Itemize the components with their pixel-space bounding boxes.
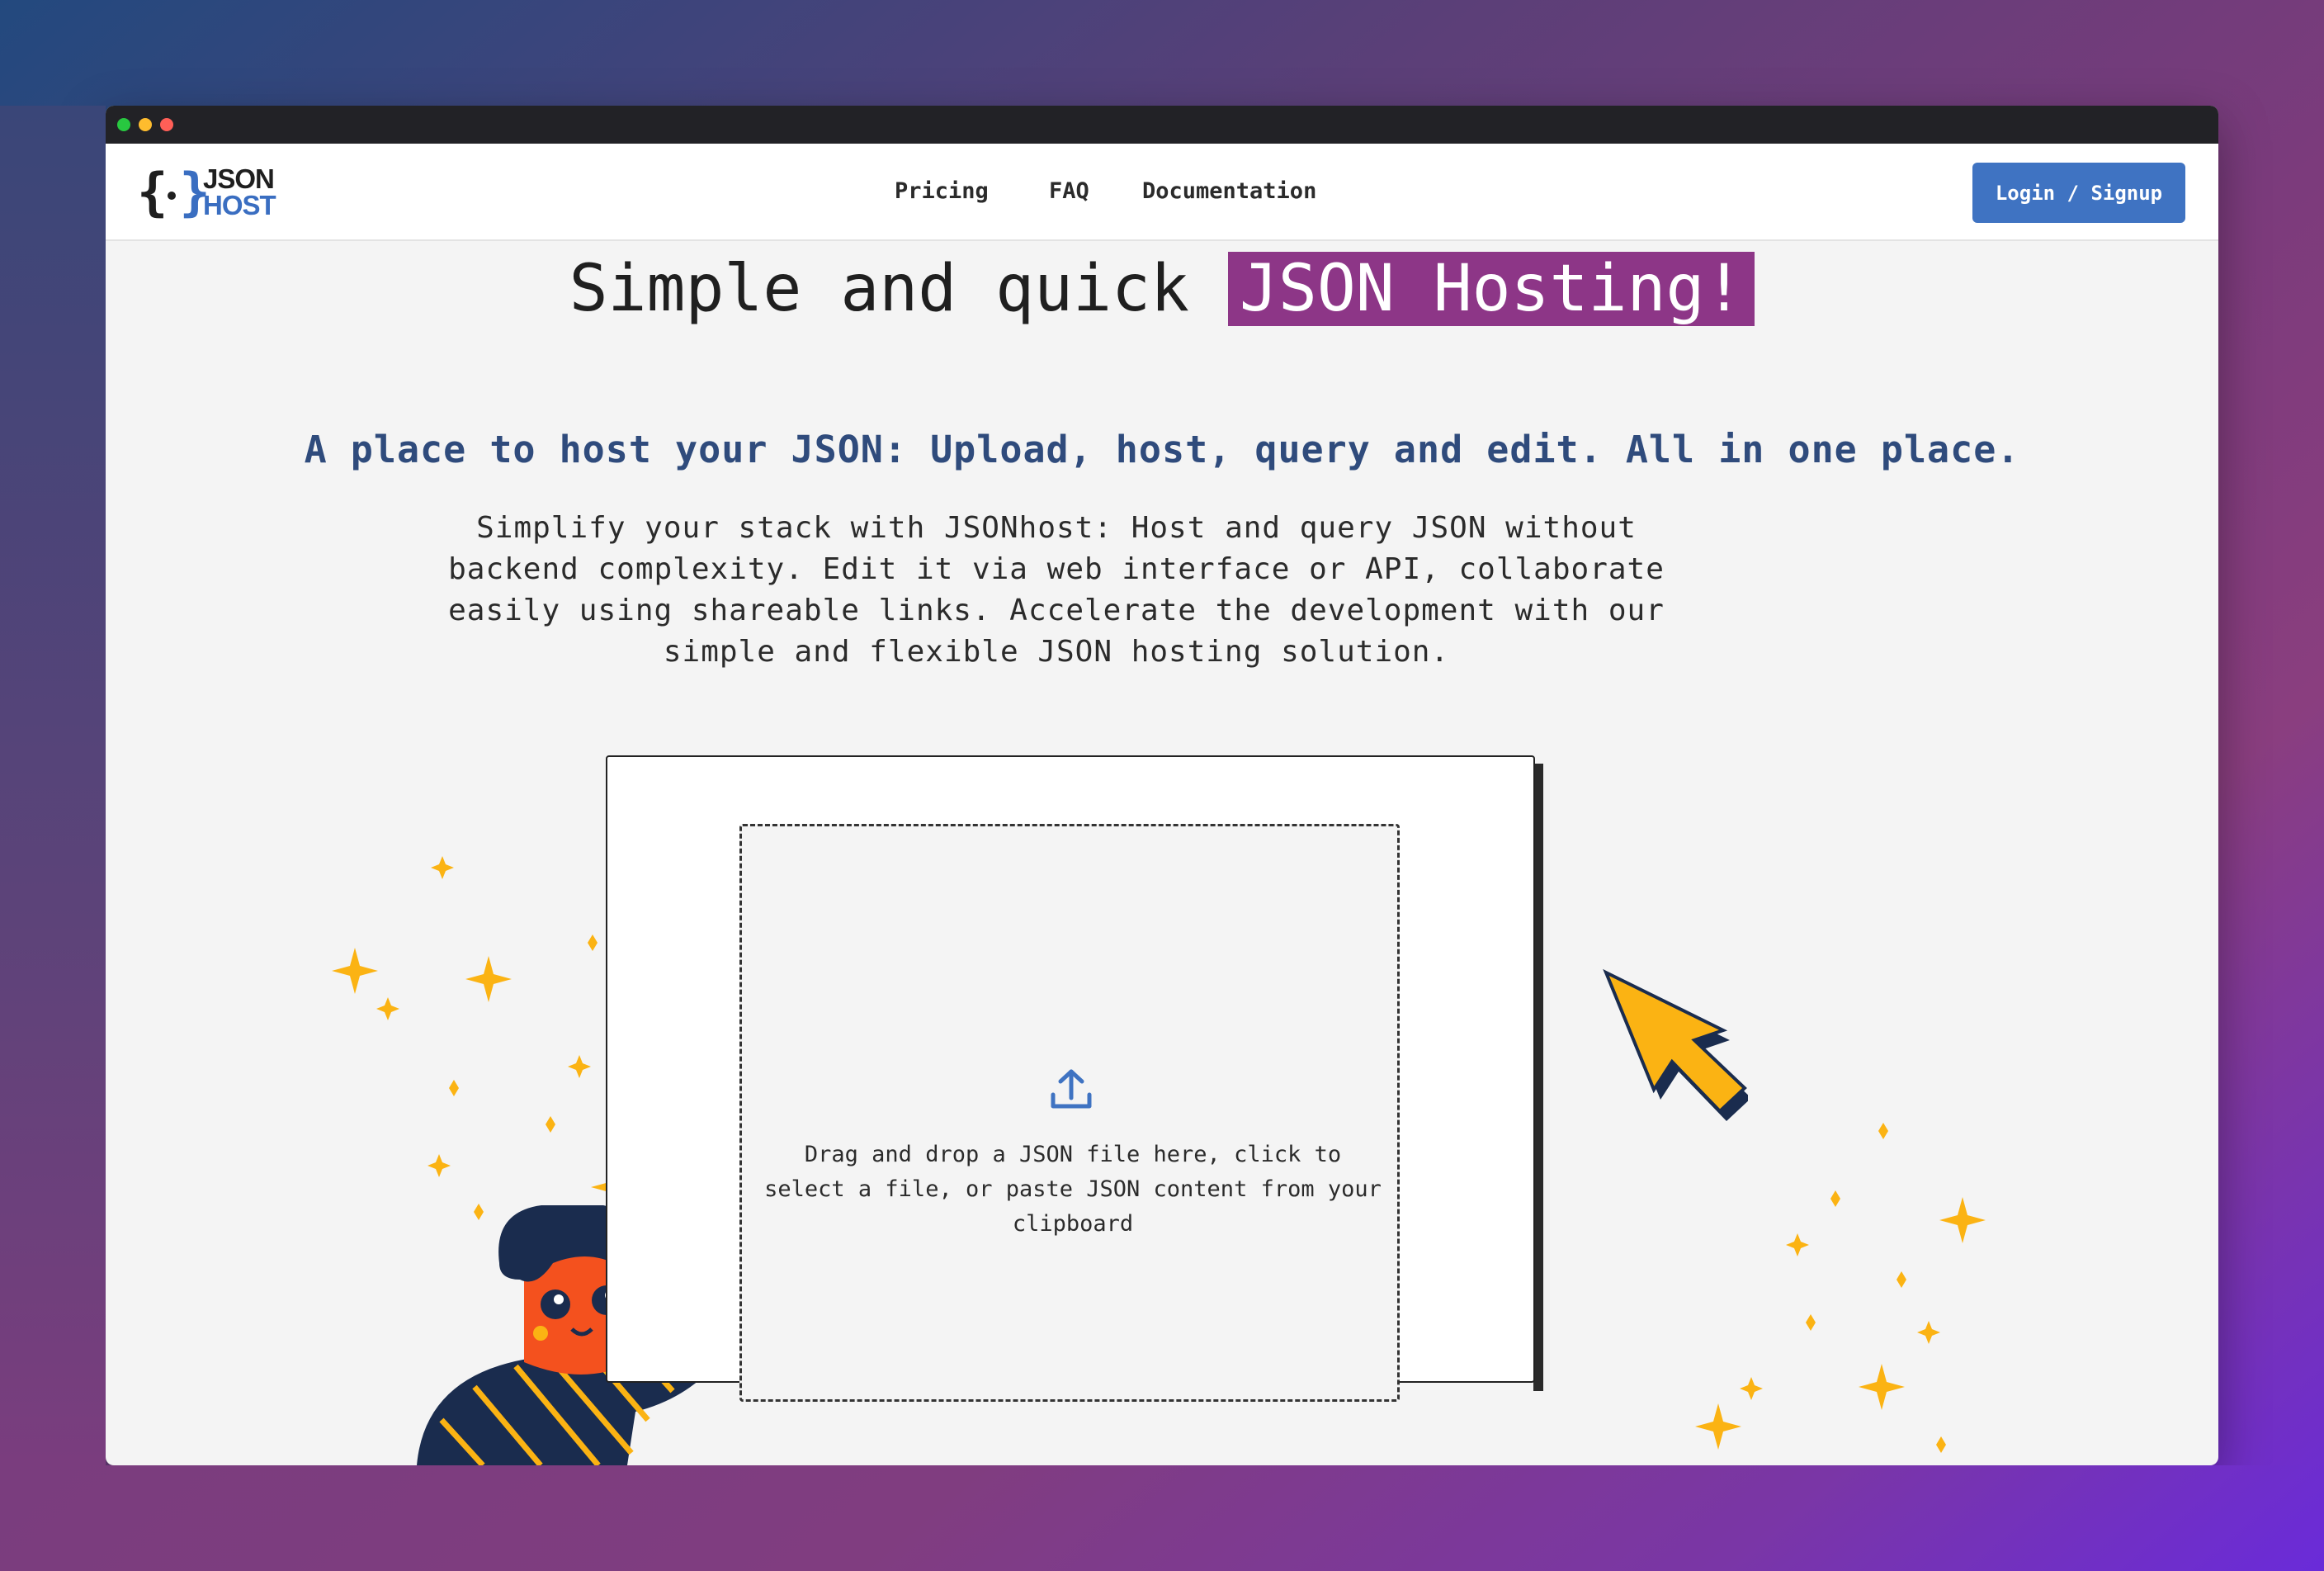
nav-link-documentation[interactable]: Documentation <box>1142 177 1316 206</box>
cursor-arrow-illustration <box>1603 968 1748 1121</box>
window-minimize-button[interactable] <box>139 118 152 131</box>
window-bottom-clip <box>0 1465 2324 1571</box>
hero-description: Simplify your stack with JSONhost: Host … <box>448 511 1665 669</box>
json-dropzone[interactable] <box>739 824 1400 1402</box>
window-maximize-button[interactable] <box>117 118 130 131</box>
upload-icon <box>1051 1069 1092 1109</box>
dropzone-instructions: Drag and drop a JSON file here, click to… <box>764 1142 1382 1237</box>
window-left-clip <box>0 106 106 1465</box>
stars-right-decoration <box>1695 1123 1986 1453</box>
nav-link-faq[interactable]: FAQ <box>1049 177 1089 206</box>
login-signup-button[interactable]: Login / Signup <box>1972 163 2185 223</box>
hero-title-highlight: JSON Hosting! <box>1227 252 1755 326</box>
top-navbar: {} JSON HOST Pricing FAQ Documentation L… <box>106 144 2218 241</box>
nav-menu: Pricing FAQ Documentation <box>106 144 2218 241</box>
hero-title-plain: Simple and quick <box>569 252 1228 326</box>
hero-subtitle: A place to host your JSON: Upload, host,… <box>304 428 2020 471</box>
window-titlebar <box>106 106 2218 144</box>
hero-title: Simple and quick JSON Hosting! <box>0 248 2324 330</box>
nav-link-pricing[interactable]: Pricing <box>895 177 989 206</box>
window-close-button[interactable] <box>160 118 173 131</box>
